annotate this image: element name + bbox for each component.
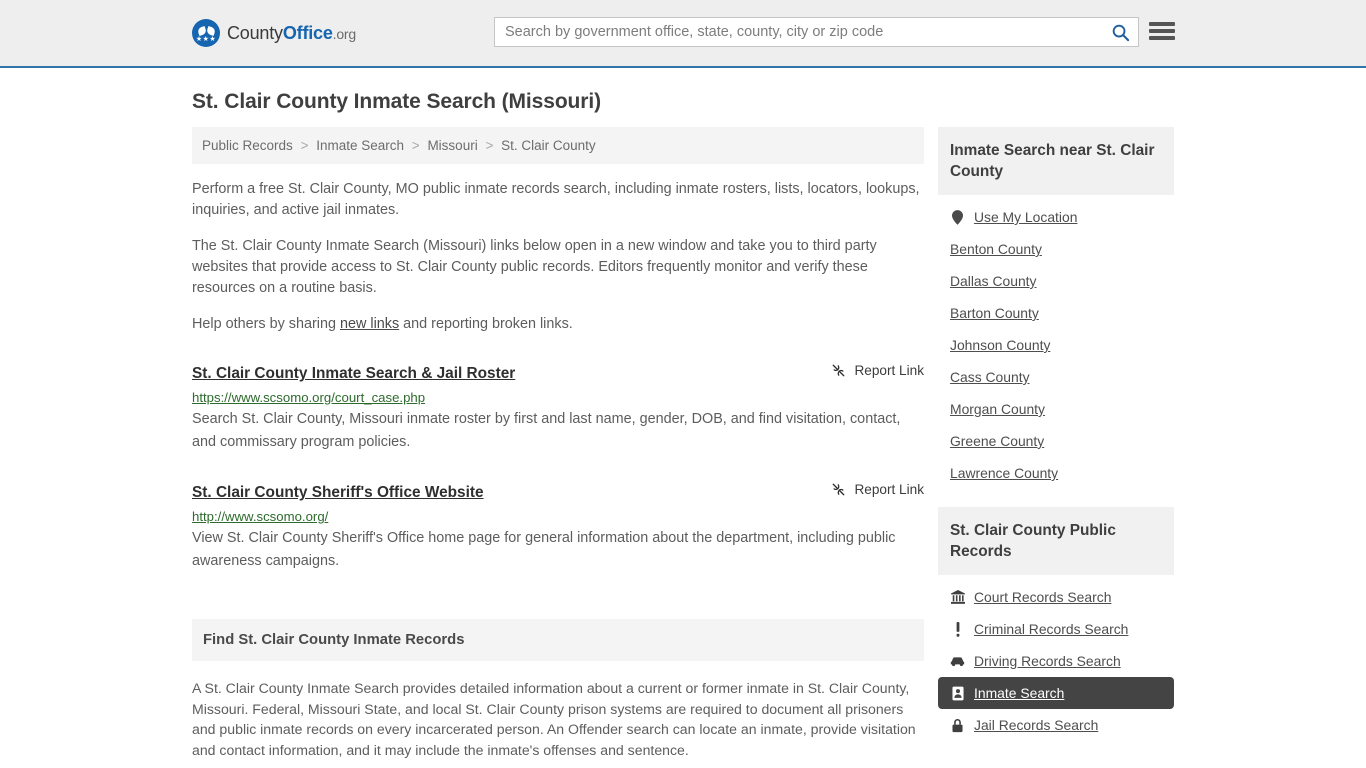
sidebar-item-dallas-county[interactable]: Dallas County [938,265,1174,297]
intro-p3-after: and reporting broken links. [399,316,573,332]
new-links-link[interactable]: new links [340,316,399,332]
logo-wordmark: CountyOffice.org [227,23,356,44]
sidebar-item-label: Dallas County [950,273,1037,289]
sidebar-item-label: Inmate Search [974,685,1065,701]
eagle-logo-icon: ★★★ [192,19,220,47]
sidebar: Inmate Search near St. Clair County Use … [938,127,1174,759]
sidebar-item-label: Barton County [950,305,1039,321]
sidebar-item-barton-county[interactable]: Barton County [938,297,1174,329]
intro-paragraph-1: Perform a free St. Clair County, MO publ… [192,181,920,218]
sidebar-item-benton-county[interactable]: Benton County [938,233,1174,265]
sidebar-item-use-my-location[interactable]: Use My Location [938,201,1174,233]
nearby-inmate-search-panel: Inmate Search near St. Clair County Use … [938,127,1174,489]
intro-text: Perform a free St. Clair County, MO publ… [192,179,924,335]
sidebar-item-label: Johnson County [950,337,1051,353]
public-records-panel-title: St. Clair County Public Records [938,507,1174,575]
breadcrumb-separator: > [485,138,494,153]
exclamation-icon [950,621,965,637]
intro-paragraph-2: The St. Clair County Inmate Search (Miss… [192,238,877,296]
find-records-heading: Find St. Clair County Inmate Records [192,619,924,661]
result-item: St. Clair County Inmate Search & Jail Ro… [192,363,924,454]
intro-p3-before: Help others by sharing [192,316,340,332]
result-item: St. Clair County Sheriff's Office Websit… [192,482,924,573]
result-url[interactable]: https://www.scsomo.org/court_case.php [192,390,924,405]
intro-paragraph-3: Help others by sharing new links and rep… [192,314,924,335]
result-title-link[interactable]: St. Clair County Inmate Search & Jail Ro… [192,365,515,383]
sidebar-item-label: Criminal Records Search [974,621,1129,637]
nearby-panel-list: Use My Location Benton County Dallas Cou… [938,195,1174,489]
content-columns: Public Records > Inmate Search > Missour… [192,127,1174,768]
breadcrumb-item-current: St. Clair County [501,138,596,153]
map-pin-icon [950,209,965,225]
breadcrumb-item-missouri[interactable]: Missouri [427,138,477,153]
sidebar-item-jail-records-search[interactable]: Jail Records Search [938,709,1174,741]
hamburger-icon-bar [1149,36,1175,40]
breadcrumb: Public Records > Inmate Search > Missour… [192,127,924,164]
sidebar-item-criminal-records-search[interactable]: Criminal Records Search [938,613,1174,645]
sidebar-item-label: Cass County [950,369,1030,385]
main-column: Public Records > Inmate Search > Missour… [192,127,924,768]
logo-text-org: .org [332,25,357,42]
logo-stars: ★★★ [195,35,217,43]
report-link-label: Report Link [854,482,924,497]
broken-link-icon [833,364,845,377]
hamburger-icon-bar [1149,29,1175,33]
search-input[interactable] [495,18,1102,46]
result-header: St. Clair County Inmate Search & Jail Ro… [192,363,924,383]
breadcrumb-item-public-records[interactable]: Public Records [202,138,293,153]
breadcrumb-item-inmate-search[interactable]: Inmate Search [316,138,404,153]
sidebar-item-inmate-search[interactable]: Inmate Search [938,677,1174,709]
hamburger-menu-button[interactable] [1149,20,1175,42]
result-header: St. Clair County Sheriff's Office Websit… [192,482,924,502]
search-icon [1112,24,1129,41]
report-link-button[interactable]: Report Link [831,363,924,378]
page-title: St. Clair County Inmate Search (Missouri… [192,90,601,113]
hamburger-icon-bar [1149,22,1175,26]
sidebar-item-driving-records-search[interactable]: Driving Records Search [938,645,1174,677]
find-records-body: A St. Clair County Inmate Search provide… [192,678,924,768]
broken-link-icon [833,483,845,496]
id-badge-icon [950,686,965,701]
nearby-panel-title: Inmate Search near St. Clair County [938,127,1174,195]
search-button[interactable] [1102,18,1138,46]
result-description: Search St. Clair County, Missouri inmate… [192,411,901,450]
sidebar-item-greene-county[interactable]: Greene County [938,425,1174,457]
sidebar-item-johnson-county[interactable]: Johnson County [938,329,1174,361]
logo-text-office: Office [282,22,333,43]
sidebar-item-label: Morgan County [950,401,1045,417]
breadcrumb-separator: > [300,138,309,153]
site-header: ★★★ CountyOffice.org [0,0,1366,68]
public-records-panel: St. Clair County Public Records Court Re… [938,507,1174,741]
lock-icon [950,718,965,733]
site-logo[interactable]: ★★★ CountyOffice.org [192,19,356,47]
sidebar-item-court-records-search[interactable]: Court Records Search [938,581,1174,613]
sidebar-item-label: Jail Records Search [974,717,1099,733]
sidebar-item-label: Lawrence County [950,465,1059,481]
sidebar-item-label: Greene County [950,433,1045,449]
report-link-label: Report Link [854,363,924,378]
sidebar-item-label: Benton County [950,241,1042,257]
result-description: View St. Clair County Sheriff's Office h… [192,530,896,569]
search-bar [494,17,1139,47]
page-container: St. Clair County Inmate Search (Missouri… [0,90,1366,768]
courthouse-icon [950,590,965,604]
result-url[interactable]: http://www.scsomo.org/ [192,509,924,524]
sidebar-item-label: Court Records Search [974,589,1112,605]
sidebar-item-morgan-county[interactable]: Morgan County [938,393,1174,425]
sidebar-item-cass-county[interactable]: Cass County [938,361,1174,393]
sidebar-item-label: Driving Records Search [974,653,1121,669]
sidebar-item-lawrence-county[interactable]: Lawrence County [938,457,1174,489]
public-records-list: Court Records Search Criminal Records Se… [938,575,1174,741]
logo-text-county: County [227,22,283,43]
car-icon [950,656,965,667]
result-title-link[interactable]: St. Clair County Sheriff's Office Websit… [192,484,484,502]
breadcrumb-separator: > [411,138,420,153]
sidebar-item-label: Use My Location [974,209,1078,225]
report-link-button[interactable]: Report Link [831,482,924,497]
find-records-paragraph: A St. Clair County Inmate Search provide… [192,680,916,758]
